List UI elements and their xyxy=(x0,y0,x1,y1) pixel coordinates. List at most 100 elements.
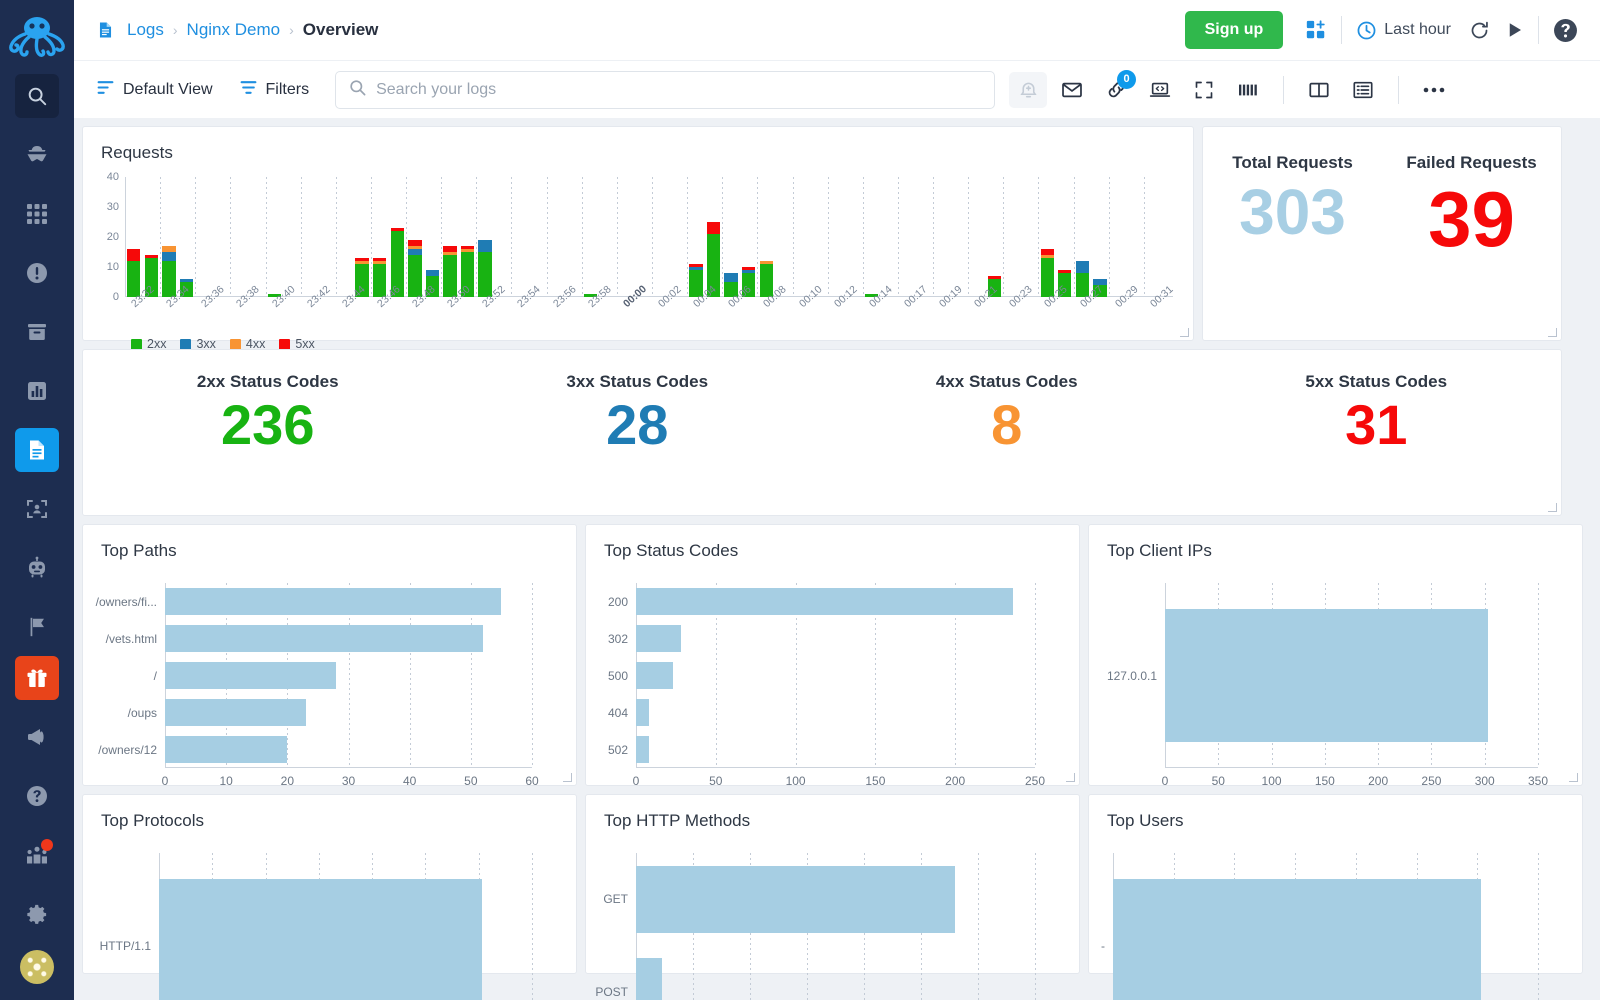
resize-handle[interactable] xyxy=(1065,772,1075,782)
search-bar[interactable] xyxy=(335,70,996,109)
gridline xyxy=(652,177,653,297)
list-view-icon[interactable] xyxy=(1344,72,1382,108)
gridline xyxy=(300,177,302,297)
top-client-ips-chart[interactable]: 0 50 100 150 200 250 300 350 127.0.0.1 xyxy=(1089,583,1582,794)
search-input[interactable] xyxy=(376,80,983,99)
sidebar-item-settings[interactable] xyxy=(15,892,59,936)
exclamation-circle-icon xyxy=(25,261,49,285)
status-value: 31 xyxy=(1345,393,1408,456)
alert-bell-icon[interactable] xyxy=(1009,71,1048,108)
split-view-icon[interactable] xyxy=(1300,72,1338,108)
requests-bar[interactable] xyxy=(408,240,422,297)
sidebar-item-announcements[interactable] xyxy=(15,715,59,759)
requests-chart[interactable]: 40 30 20 10 0 23:32 23:34 23:36 23:38 23:40 23:42 2… xyxy=(99,171,1177,310)
question-circle-icon xyxy=(25,784,49,808)
category-label: /oups xyxy=(127,705,157,720)
requests-bar[interactable] xyxy=(1040,249,1054,297)
sidebar-item-alerts[interactable] xyxy=(15,251,59,295)
requests-bar[interactable] xyxy=(478,240,492,297)
play-icon[interactable] xyxy=(1506,21,1524,39)
document-icon xyxy=(96,19,115,41)
category-label: POST xyxy=(595,984,628,999)
sidebar-item-siem[interactable] xyxy=(15,133,59,177)
code-laptop-icon[interactable] xyxy=(1141,72,1179,108)
columns-bars-icon[interactable] xyxy=(1229,72,1267,108)
horizontal-bar[interactable] xyxy=(165,588,502,615)
top-protocols-panel: Top Protocols 050100150200250300350HTTP/… xyxy=(82,794,577,1000)
resize-handle[interactable] xyxy=(1179,327,1189,337)
default-view-button[interactable]: Default View xyxy=(96,78,213,102)
category-label: 127.0.0.1 xyxy=(1106,668,1157,683)
resize-handle[interactable] xyxy=(562,772,572,782)
sidebar-item-archive[interactable] xyxy=(15,310,59,354)
horizontal-bar[interactable] xyxy=(165,625,484,652)
horizontal-bar[interactable] xyxy=(1113,878,1481,1000)
dashboard-add-icon[interactable] xyxy=(1305,19,1327,41)
gridline xyxy=(1035,583,1036,768)
y-axis-tick: 20 xyxy=(106,231,119,243)
sidebar-item-tracing[interactable] xyxy=(15,487,59,531)
resize-handle[interactable] xyxy=(1547,502,1557,512)
horizontal-bar[interactable] xyxy=(636,736,649,763)
sidebar-item-logs[interactable] xyxy=(15,428,59,472)
category-label: 500 xyxy=(607,668,628,683)
gridline xyxy=(1038,177,1040,297)
sidebar-item-search[interactable] xyxy=(15,74,59,118)
breadcrumb-logs[interactable]: Logs xyxy=(127,20,164,40)
sign-up-button[interactable]: Sign up xyxy=(1184,11,1284,49)
sidebar-item-help[interactable] xyxy=(15,774,59,818)
resize-handle[interactable] xyxy=(1568,772,1578,782)
avatar[interactable] xyxy=(20,950,54,984)
x-axis-tick: 300 xyxy=(1474,774,1495,788)
mail-icon[interactable] xyxy=(1053,72,1091,108)
sidebar-bottom-group xyxy=(0,641,74,990)
x-axis-tick: 250 xyxy=(1421,774,1442,788)
horizontal-bar[interactable] xyxy=(165,736,288,763)
top-users-chart[interactable]: 050100150200250300350- xyxy=(1089,853,1582,1000)
gridline xyxy=(532,853,533,1000)
link-icon[interactable]: 0 xyxy=(1097,69,1137,108)
breadcrumb-nginx-demo[interactable]: Nginx Demo xyxy=(187,20,281,40)
gridline xyxy=(968,177,970,297)
requests-bar[interactable] xyxy=(127,249,141,297)
sidebar-item-bots[interactable] xyxy=(15,546,59,590)
horizontal-bar[interactable] xyxy=(1165,608,1488,743)
sidebar-item-community[interactable] xyxy=(15,833,59,877)
horizontal-bar[interactable] xyxy=(636,865,956,933)
requests-bar[interactable] xyxy=(443,246,457,297)
horizontal-bar[interactable] xyxy=(165,699,306,726)
top-paths-title: Top Paths xyxy=(101,541,177,560)
horizontal-bar[interactable] xyxy=(165,662,337,689)
sidebar-item-apps[interactable] xyxy=(15,192,59,236)
bar-segment-5xx xyxy=(706,222,721,234)
top-protocols-chart[interactable]: 050100150200250300350HTTP/1.1 xyxy=(83,853,576,1000)
bar-chart-icon xyxy=(25,379,49,403)
fullscreen-icon[interactable] xyxy=(1185,72,1223,108)
help-circle-icon[interactable] xyxy=(1553,18,1578,43)
horizontal-bar[interactable] xyxy=(636,625,681,652)
category-label: /vets.html xyxy=(105,631,157,646)
gridline xyxy=(160,177,162,297)
requests-bar[interactable] xyxy=(162,246,176,297)
horizontal-bar[interactable] xyxy=(636,662,673,689)
horizontal-bar[interactable] xyxy=(636,699,649,726)
horizontal-bar[interactable] xyxy=(636,958,663,1000)
resize-handle[interactable] xyxy=(1547,327,1557,337)
top-status-codes-chart[interactable]: 0 50 100 150 200 250 200 302 500 404 502 xyxy=(586,583,1079,794)
more-options-icon[interactable] xyxy=(1415,72,1453,108)
horizontal-bar[interactable] xyxy=(159,878,482,1000)
sidebar-item-gifts[interactable] xyxy=(15,656,59,700)
top-http-methods-chart[interactable]: 050100150200250300350GETPOST xyxy=(586,853,1079,1000)
octopus-logo[interactable] xyxy=(5,8,69,66)
gridline xyxy=(978,853,979,1000)
detective-icon xyxy=(25,143,49,167)
gridline xyxy=(862,177,864,297)
time-range-selector[interactable]: Last hour xyxy=(1356,20,1451,41)
top-paths-chart[interactable]: 0 10 20 30 40 50 60/owners/fi... /vets.html / /ou… xyxy=(83,583,576,794)
dashboard-row-1: Requests 40 30 20 10 0 23:32 23:34 23:36 23:38 23… xyxy=(82,126,1592,351)
sidebar-item-metrics[interactable] xyxy=(15,369,59,413)
refresh-icon[interactable] xyxy=(1469,20,1490,41)
filters-button[interactable]: Filters xyxy=(239,78,309,102)
horizontal-bar[interactable] xyxy=(636,588,1013,615)
gridline xyxy=(476,177,478,297)
